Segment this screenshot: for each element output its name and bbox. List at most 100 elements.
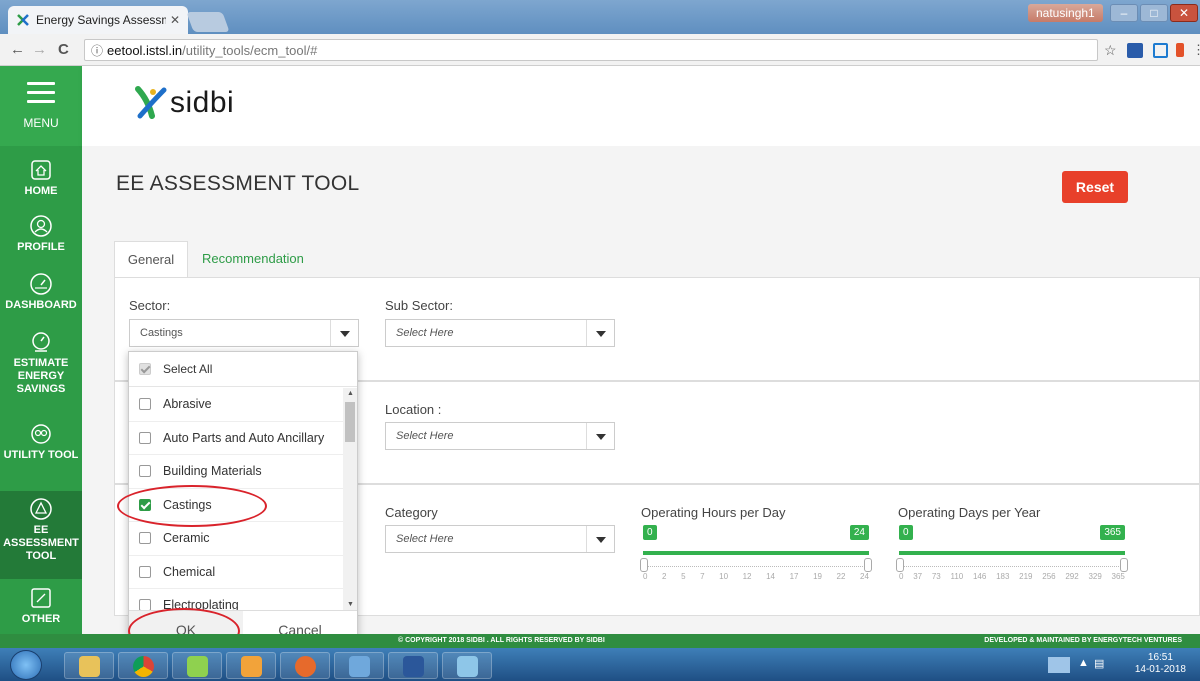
sector-select[interactable]: Castings <box>129 319 359 347</box>
chevron-down-icon[interactable] <box>586 423 614 449</box>
taskbar-paint[interactable] <box>334 652 384 679</box>
dropdown-scrollbar[interactable]: ▲ ▼ <box>343 388 357 610</box>
option-checkbox[interactable] <box>139 431 151 444</box>
skype-extension-icon[interactable] <box>1153 43 1168 58</box>
sidebar-item-home[interactable]: HOME <box>0 158 82 198</box>
list-item[interactable]: Abrasive <box>129 388 343 422</box>
select-all-label: Select All <box>163 362 213 376</box>
new-tab-button[interactable] <box>186 12 230 32</box>
outlook-icon <box>241 656 262 677</box>
option-label: Castings <box>163 497 212 512</box>
taskbar-snipping[interactable] <box>442 652 492 679</box>
minimize-icon[interactable]: – <box>1110 4 1138 22</box>
sidebar-item-dashboard[interactable]: DASHBOARD <box>0 272 82 312</box>
days-slider[interactable]: 0 365 0 37 73 110 146 183 219 256 292 329 365 <box>896 525 1128 585</box>
sidebar-item-profile[interactable]: PROFILE <box>0 214 82 254</box>
sidebar-item-ee-assessment-tool[interactable]: EE ASSESSMENT TOOL <box>0 491 82 579</box>
select-all-option[interactable]: Select All <box>129 352 357 387</box>
scrollbar-thumb[interactable] <box>345 402 355 442</box>
taskbar-clock[interactable]: 16:51 14-01-2018 <box>1135 652 1186 676</box>
scroll-up-icon[interactable]: ▲ <box>347 390 354 397</box>
clock-time: 16:51 <box>1147 652 1173 663</box>
days-range-bar[interactable] <box>899 551 1125 555</box>
window-close-icon[interactable]: ✕ <box>1170 4 1198 22</box>
sticky-notes-icon <box>187 656 208 677</box>
scroll-down-icon[interactable]: ▼ <box>347 601 354 608</box>
reset-button[interactable]: Reset <box>1062 171 1128 203</box>
tray-expand-icon[interactable]: ▲ <box>1078 657 1089 669</box>
taskbar-explorer[interactable] <box>64 652 114 679</box>
sidebar-item-estimate-energy-savings[interactable]: ESTIMATE ENERGY SAVINGS <box>0 330 82 396</box>
list-item[interactable]: Castings <box>129 489 343 522</box>
option-label: Building Materials <box>163 464 262 479</box>
windows-taskbar: ▲ ▤ 16:51 14-01-2018 <box>0 648 1200 681</box>
option-checkbox[interactable] <box>139 465 151 478</box>
tab-recommendation[interactable]: Recommendation <box>202 241 322 277</box>
taskbar-chrome[interactable] <box>118 652 168 679</box>
tray-network-icon[interactable]: ▤ <box>1094 657 1104 670</box>
back-arrow-icon[interactable]: ← <box>10 41 25 58</box>
list-item[interactable]: Ceramic <box>129 522 343 556</box>
new-extension-icon[interactable] <box>1127 43 1143 58</box>
taskbar-outlook[interactable] <box>226 652 276 679</box>
browser-tab[interactable]: Energy Savings Assessme ✕ <box>8 6 188 34</box>
hours-range-bar[interactable] <box>643 551 869 555</box>
start-button-icon[interactable] <box>10 650 42 680</box>
option-checkbox[interactable] <box>139 599 151 610</box>
list-item[interactable]: Auto Parts and Auto Ancillary <box>129 422 343 455</box>
taskbar-firefox[interactable] <box>280 652 330 679</box>
bookmark-star-icon[interactable]: ☆ <box>1104 42 1117 59</box>
snipping-tool-icon <box>457 656 478 677</box>
tab-close-icon[interactable]: ✕ <box>170 13 180 27</box>
maximize-icon[interactable]: □ <box>1140 4 1168 22</box>
location-select[interactable]: Select Here <box>385 422 615 450</box>
hours-min-badge: 0 <box>643 525 657 540</box>
sidebar-item-other[interactable]: OTHER <box>0 586 82 626</box>
office-extension-icon[interactable] <box>1176 43 1184 57</box>
chevron-down-icon[interactable] <box>330 320 358 346</box>
option-checkbox[interactable] <box>139 532 151 545</box>
hamburger-icon[interactable] <box>27 82 55 109</box>
category-select[interactable]: Select Here <box>385 525 615 553</box>
sidebar-item-label: EE ASSESSMENT TOOL <box>3 524 79 562</box>
sector-label: Sector: <box>129 298 171 313</box>
forward-arrow-icon[interactable]: → <box>32 41 47 58</box>
other-tool-icon <box>31 588 51 608</box>
taskbar-word[interactable] <box>388 652 438 679</box>
select-all-checkbox[interactable] <box>139 363 151 375</box>
option-checkbox[interactable] <box>139 498 151 511</box>
chrome-icon <box>133 656 154 677</box>
chevron-down-icon[interactable] <box>586 320 614 346</box>
url-field[interactable]: ⓘ eetool.istsl.in/utility_tools/ecm_tool… <box>84 39 1098 61</box>
info-icon[interactable]: ⓘ <box>91 42 103 59</box>
menu-toggle[interactable]: MENU <box>0 66 82 146</box>
tray-notes-icon[interactable] <box>1048 657 1070 673</box>
sector-dropdown: Select All Abrasive Auto Parts and Auto … <box>128 351 358 647</box>
sidebar-item-label: DASHBOARD <box>5 299 77 311</box>
option-checkbox[interactable] <box>139 398 151 411</box>
taskbar-sticky[interactable] <box>172 652 222 679</box>
days-min-handle[interactable] <box>896 558 904 572</box>
sidebar-item-utility-tool[interactable]: UTILITY TOOL <box>0 422 82 462</box>
subsector-select[interactable]: Select Here <box>385 319 615 347</box>
sidbi-logo[interactable]: sidbi <box>134 86 234 120</box>
list-item[interactable]: Building Materials <box>129 455 343 489</box>
sidebar-item-label: OTHER <box>21 613 61 625</box>
list-item[interactable]: Electroplating <box>129 589 343 610</box>
hours-max-handle[interactable] <box>864 558 872 572</box>
energy-meter-icon <box>32 332 50 352</box>
days-max-handle[interactable] <box>1120 558 1128 572</box>
reload-icon[interactable]: C <box>58 41 69 58</box>
address-bar: ← → C ⓘ eetool.istsl.in/utility_tools/ec… <box>0 34 1200 66</box>
tab-general[interactable]: General <box>114 241 188 278</box>
days-max-badge: 365 <box>1100 525 1125 540</box>
list-item[interactable]: Chemical <box>129 556 343 589</box>
hours-min-handle[interactable] <box>640 558 648 572</box>
chevron-down-icon[interactable] <box>586 526 614 552</box>
option-label: Abrasive <box>163 397 212 412</box>
option-label: Auto Parts and Auto Ancillary <box>163 430 325 445</box>
browser-menu-icon[interactable]: ⋮ <box>1192 42 1200 58</box>
browser-user-badge[interactable]: natusingh1 <box>1028 4 1103 22</box>
option-checkbox[interactable] <box>139 565 151 578</box>
hours-slider[interactable]: 0 24 0 2 5 7 10 12 14 17 19 22 24 <box>640 525 872 585</box>
